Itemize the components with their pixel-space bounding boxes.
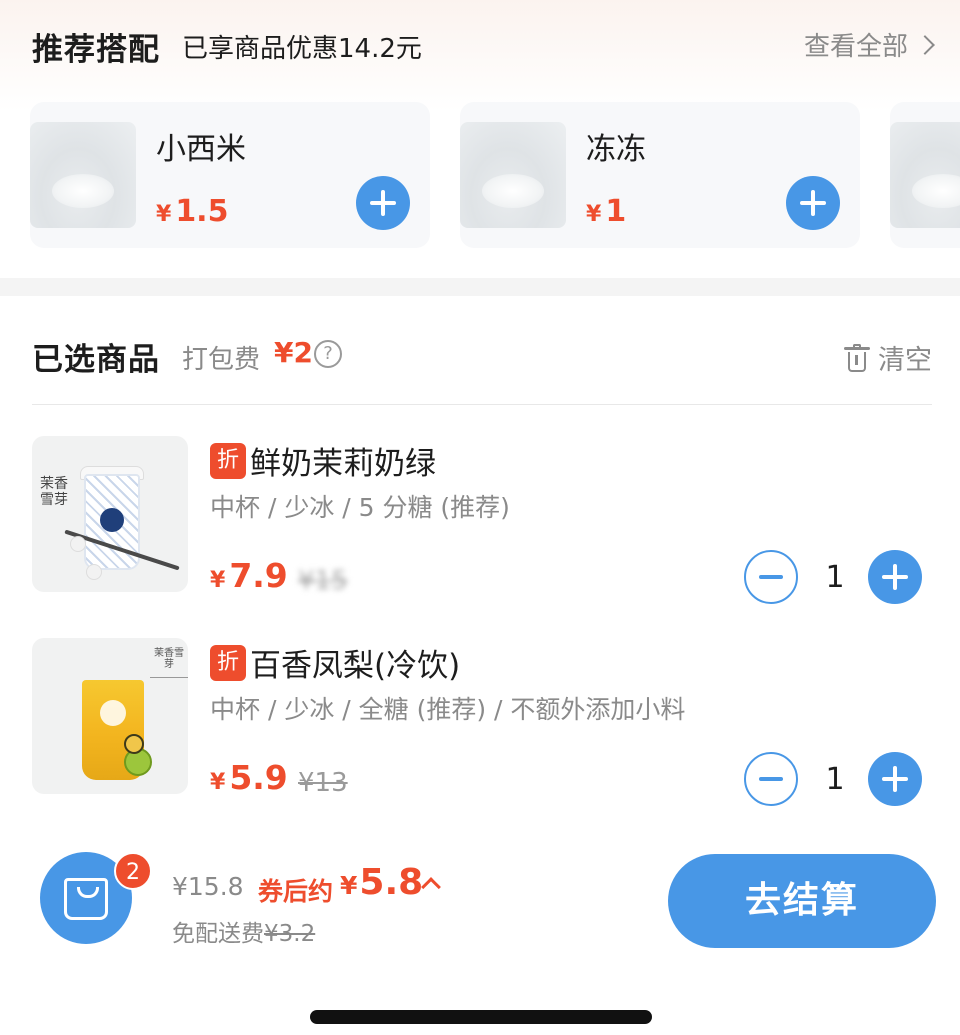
shopping-bag-icon	[64, 878, 108, 920]
pack-fee-value: ¥2	[274, 336, 313, 369]
divider	[32, 404, 932, 405]
total-original-price: ¥15.8	[172, 872, 244, 901]
recommend-carousel[interactable]: 小西米 ¥1.5 冻冻 ¥1	[0, 102, 960, 248]
product-image	[30, 122, 136, 228]
blossom-decoration	[70, 536, 86, 552]
recommend-card-partial[interactable]	[890, 102, 960, 248]
recommend-card[interactable]: 小西米 ¥1.5	[30, 102, 430, 248]
original-price: ¥15	[298, 566, 348, 596]
product-image	[460, 122, 566, 228]
recommend-card[interactable]: 冻冻 ¥1	[460, 102, 860, 248]
price-value: 1.5	[175, 194, 229, 229]
discount-tag: 折	[210, 644, 246, 681]
recommend-item-price: ¥1.5	[156, 194, 228, 229]
item-price: ¥5.9	[210, 758, 288, 797]
recommend-header: 推荐搭配 已享商品优惠14.2元 查看全部	[32, 22, 935, 68]
discount-tag: 折	[210, 442, 246, 479]
currency-symbol: ¥	[586, 202, 602, 227]
blossom-decoration	[86, 564, 102, 580]
delivery-label: 免配送费	[172, 921, 264, 947]
quantity-value: 1	[825, 560, 845, 595]
decrease-quantity-button[interactable]	[744, 550, 798, 604]
delivery-fee-text: 免配送费¥3.2	[172, 914, 315, 948]
clear-label: 清空	[878, 345, 932, 376]
cart-header: 已选商品 打包费 ¥2 ? 清空	[32, 334, 932, 378]
product-image	[890, 122, 960, 228]
product-image[interactable]: 茉香雪芽	[32, 638, 188, 794]
brand-logo	[100, 508, 124, 532]
currency-symbol: ¥	[210, 770, 226, 795]
item-price: ¥7.9	[210, 556, 288, 595]
passionfruit-decoration	[124, 734, 144, 754]
product-image-text: 茉香雪芽	[40, 476, 68, 508]
currency-symbol: ¥	[340, 871, 358, 900]
help-icon[interactable]: ?	[314, 340, 342, 368]
home-indicator	[310, 1010, 652, 1024]
increase-quantity-button[interactable]	[868, 752, 922, 806]
delivery-original-fee: ¥3.2	[264, 921, 316, 947]
item-spec: 中杯 / 少冰 / 5 分糖 (推荐)	[210, 493, 510, 522]
view-all-link[interactable]: 查看全部	[803, 26, 935, 63]
item-name-row: 折 鲜奶茉莉奶绿	[210, 438, 436, 483]
currency-symbol: ¥	[210, 568, 226, 593]
cart-count-badge: 2	[114, 852, 152, 890]
pack-fee-label: 打包费	[182, 345, 261, 375]
decrease-quantity-button[interactable]	[744, 752, 798, 806]
recommend-title: 推荐搭配	[32, 32, 160, 68]
chevron-right-icon	[915, 34, 935, 55]
recommend-discount-text: 已享商品优惠14.2元	[182, 34, 422, 64]
cart-title: 已选商品	[32, 342, 160, 378]
clear-cart-button[interactable]: 清空	[844, 338, 932, 377]
quantity-value: 1	[825, 762, 845, 797]
price-value: 5.8	[359, 862, 424, 903]
currency-symbol: ¥	[156, 202, 172, 227]
chevron-up-icon[interactable]	[421, 877, 441, 897]
view-all-label: 查看全部	[803, 32, 908, 62]
checkout-bar: 2 ¥15.8 券后约 ¥5.8 免配送费¥3.2 去结算	[0, 840, 960, 960]
add-recommend-button[interactable]	[356, 176, 410, 230]
cart-item: 茉香雪芽 折 鲜奶茉莉奶绿 中杯 / 少冰 / 5 分糖 (推荐) ¥7.9 ¥…	[32, 436, 932, 604]
recommend-item-name: 小西米	[156, 132, 246, 167]
increase-quantity-button[interactable]	[868, 550, 922, 604]
recommend-item-name: 冻冻	[586, 132, 646, 167]
item-name-row: 折 百香凤梨(冷饮)	[210, 640, 460, 685]
after-coupon-label: 券后约	[258, 877, 334, 906]
price-value: 5.9	[229, 758, 288, 797]
price-value: 1	[605, 194, 627, 229]
trash-icon	[844, 343, 870, 372]
checkout-button[interactable]: 去结算	[668, 854, 936, 948]
brand-logo	[100, 700, 126, 726]
recommend-item-price: ¥1	[586, 194, 626, 229]
section-divider	[0, 278, 960, 296]
item-name: 百香凤梨(冷饮)	[250, 648, 461, 684]
item-name: 鲜奶茉莉奶绿	[250, 446, 436, 482]
add-recommend-button[interactable]	[786, 176, 840, 230]
product-image-text: 茉香雪芽	[150, 648, 188, 678]
original-price: ¥13	[298, 768, 348, 798]
price-value: 7.9	[229, 556, 288, 595]
product-image[interactable]: 茉香雪芽	[32, 436, 188, 592]
recommend-panel: 推荐搭配 已享商品优惠14.2元 查看全部 小西米 ¥1.5 冻冻 ¥1	[0, 0, 960, 278]
after-coupon-price[interactable]: ¥5.8	[340, 862, 423, 903]
cart-item: 茉香雪芽 折 百香凤梨(冷饮) 中杯 / 少冰 / 全糖 (推荐) / 不额外添…	[32, 638, 932, 806]
item-spec: 中杯 / 少冰 / 全糖 (推荐) / 不额外添加小料	[210, 695, 686, 724]
